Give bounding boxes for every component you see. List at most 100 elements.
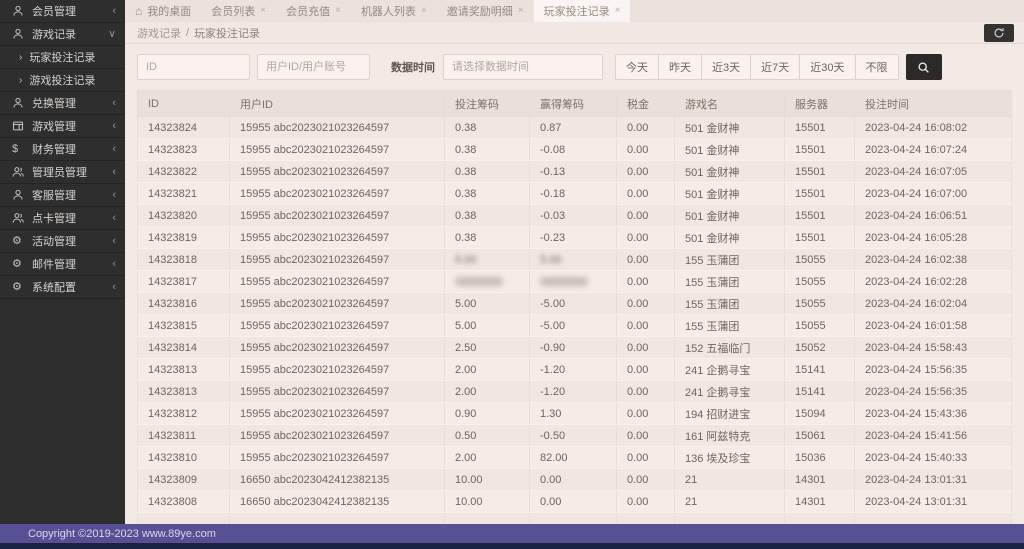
close-icon[interactable]: × xyxy=(518,6,524,16)
cell-bet: 2.00 xyxy=(444,446,530,469)
close-icon[interactable]: × xyxy=(335,6,341,16)
chevron-left-icon: ‹ xyxy=(112,280,116,293)
cell-tax: 0.00 xyxy=(616,358,675,381)
filter-bar: 数据时间 今天昨天近3天近7天近30天不限 xyxy=(137,54,1012,80)
tab-label: 我的桌面 xyxy=(147,6,192,18)
cell-empty xyxy=(444,512,530,524)
column-header-win: 赢得筹码 xyxy=(529,90,617,117)
cell-bet: 2.00 xyxy=(444,358,530,381)
users-icon xyxy=(12,166,27,178)
cell-tax: 0.00 xyxy=(616,468,675,491)
range-button[interactable]: 近30天 xyxy=(800,54,856,80)
sidebar-item[interactable]: 游戏记录 ∨ xyxy=(0,23,125,46)
chevron-left-icon: ‹ xyxy=(112,96,116,109)
cell-tax: 0.00 xyxy=(616,402,675,425)
cell-server: 15501 xyxy=(784,226,855,249)
cell-win: 1.30 xyxy=(529,402,617,425)
sidebar-item[interactable]: 会员管理 ‹ xyxy=(0,0,125,23)
cell-bet: 5.00 xyxy=(444,314,530,337)
range-button[interactable]: 近7天 xyxy=(751,54,801,80)
sidebar-item[interactable]: 管理员管理 ‹ xyxy=(0,161,125,184)
cell-win: -1.20 xyxy=(529,380,617,403)
submenu-arrow-icon: › xyxy=(19,51,23,63)
refresh-button[interactable] xyxy=(984,24,1014,42)
cell-server: 15501 xyxy=(784,138,855,161)
search-button[interactable] xyxy=(905,54,942,80)
cell-tax: 0.00 xyxy=(616,314,675,337)
home-icon: ⌂ xyxy=(135,3,143,18)
sidebar-item[interactable]: ⚙ 系统配置 ‹ xyxy=(0,276,125,299)
table-row: 14323812 15955 abc2023021023264597 0.90 1.3… xyxy=(137,402,1012,425)
table-row: 14323810 15955 abc2023021023264597 2.00 82.… xyxy=(137,446,1012,469)
cell-tax: 0.00 xyxy=(616,380,675,403)
redacted-value: 5.00 xyxy=(540,253,562,266)
date-range-input[interactable] xyxy=(443,54,603,80)
tab-bar: ⌂ 我的桌面 会员列表 × 会员充值 × 机器人列表 × 邀请奖励明细 × 玩家投注记录 × xyxy=(125,0,1024,22)
cell-server: 15501 xyxy=(784,116,855,139)
cell-user: 15955 abc2023021023264597 xyxy=(229,138,445,161)
cell-id: 14323817 xyxy=(137,270,230,293)
table-row: 14323820 15955 abc2023021023264597 0.38 -0.… xyxy=(137,204,1012,227)
user-id-input[interactable] xyxy=(257,54,370,80)
cell-tax: 0.00 xyxy=(616,446,675,469)
range-button[interactable]: 今天 xyxy=(615,54,659,80)
close-icon[interactable]: × xyxy=(421,6,427,16)
table-row: 14323813 15955 abc2023021023264597 2.00 -1.… xyxy=(137,358,1012,381)
gear-icon: ⚙ xyxy=(12,257,22,270)
sidebar-item[interactable]: $ 财务管理 ‹ xyxy=(0,138,125,161)
user-icon xyxy=(12,28,27,40)
sidebar-item[interactable]: 游戏管理 ‹ xyxy=(0,115,125,138)
sidebar-item-label: 活动管理 xyxy=(32,236,76,248)
chevron-left-icon: ‹ xyxy=(112,234,116,247)
cell-time: 2023-04-24 15:56:35 xyxy=(854,358,1012,381)
table-row: 14323816 15955 abc2023021023264597 5.00 -5.… xyxy=(137,292,1012,315)
range-button[interactable]: 不限 xyxy=(855,54,899,80)
cell-win: -0.08 xyxy=(529,138,617,161)
tab[interactable]: 邀请奖励明细 × xyxy=(437,0,534,22)
cell-time: 2023-04-24 16:08:02 xyxy=(854,116,1012,139)
range-button[interactable]: 昨天 xyxy=(659,54,702,80)
sidebar-item[interactable]: 点卡管理 ‹ xyxy=(0,207,125,230)
tab[interactable]: 会员列表 × xyxy=(201,0,276,22)
cell-empty xyxy=(854,512,1012,524)
cell-id: 14323815 xyxy=(137,314,230,337)
sidebar-item[interactable]: ⚙ 活动管理 ‹ xyxy=(0,230,125,253)
cell-bet: 0.38 xyxy=(444,160,530,183)
content-panel: 数据时间 今天昨天近3天近7天近30天不限 ID xyxy=(125,44,1024,524)
refresh-icon xyxy=(993,27,1005,39)
sidebar-item[interactable]: 客服管理 ‹ xyxy=(0,184,125,207)
user-icon xyxy=(12,97,27,109)
id-input[interactable] xyxy=(137,54,250,80)
tab[interactable]: 机器人列表 × xyxy=(351,0,437,22)
sidebar-item[interactable]: ⚙ 邮件管理 ‹ xyxy=(0,253,125,276)
cell-bet: 0.38 xyxy=(444,116,530,139)
cell-game: 501 金财神 xyxy=(674,160,785,183)
sidebar-subitem[interactable]: › 游戏投注记录 xyxy=(0,69,125,92)
chevron-down-icon: ∨ xyxy=(107,27,116,40)
cell-time: 2023-04-24 16:07:00 xyxy=(854,182,1012,205)
sidebar-item-label: 管理员管理 xyxy=(32,167,87,179)
cell-win: 82.00 xyxy=(529,446,617,469)
close-icon[interactable]: × xyxy=(260,6,266,16)
cell-id: 14323812 xyxy=(137,402,230,425)
cell-win: -0.13 xyxy=(529,160,617,183)
table-body: 14323824 15955 abc2023021023264597 0.38 0.8… xyxy=(137,116,1012,524)
tab[interactable]: 会员充值 × xyxy=(276,0,351,22)
cell-win xyxy=(529,270,617,293)
footer-strip xyxy=(0,543,1024,549)
cell-game: 161 阿兹特克 xyxy=(674,424,785,447)
column-header-id: ID xyxy=(137,90,230,117)
cell-time: 2023-04-24 16:01:58 xyxy=(854,314,1012,337)
tab[interactable]: ⌂ 我的桌面 xyxy=(125,0,201,22)
breadcrumb-parent[interactable]: 游戏记录 xyxy=(137,25,181,41)
chevron-left-icon: ‹ xyxy=(112,257,116,270)
cell-game: 155 玉蒲团 xyxy=(674,270,785,293)
chevron-left-icon: ‹ xyxy=(112,165,116,178)
sidebar-subitem[interactable]: › 玩家投注记录 xyxy=(0,46,125,69)
range-button[interactable]: 近3天 xyxy=(702,54,752,80)
sidebar-item[interactable]: 兑换管理 ‹ xyxy=(0,92,125,115)
close-icon[interactable]: × xyxy=(615,6,621,16)
breadcrumb-current: 玩家投注记录 xyxy=(194,27,261,40)
cell-bet: 5.00 xyxy=(444,292,530,315)
tab[interactable]: 玩家投注记录 × xyxy=(533,0,631,22)
